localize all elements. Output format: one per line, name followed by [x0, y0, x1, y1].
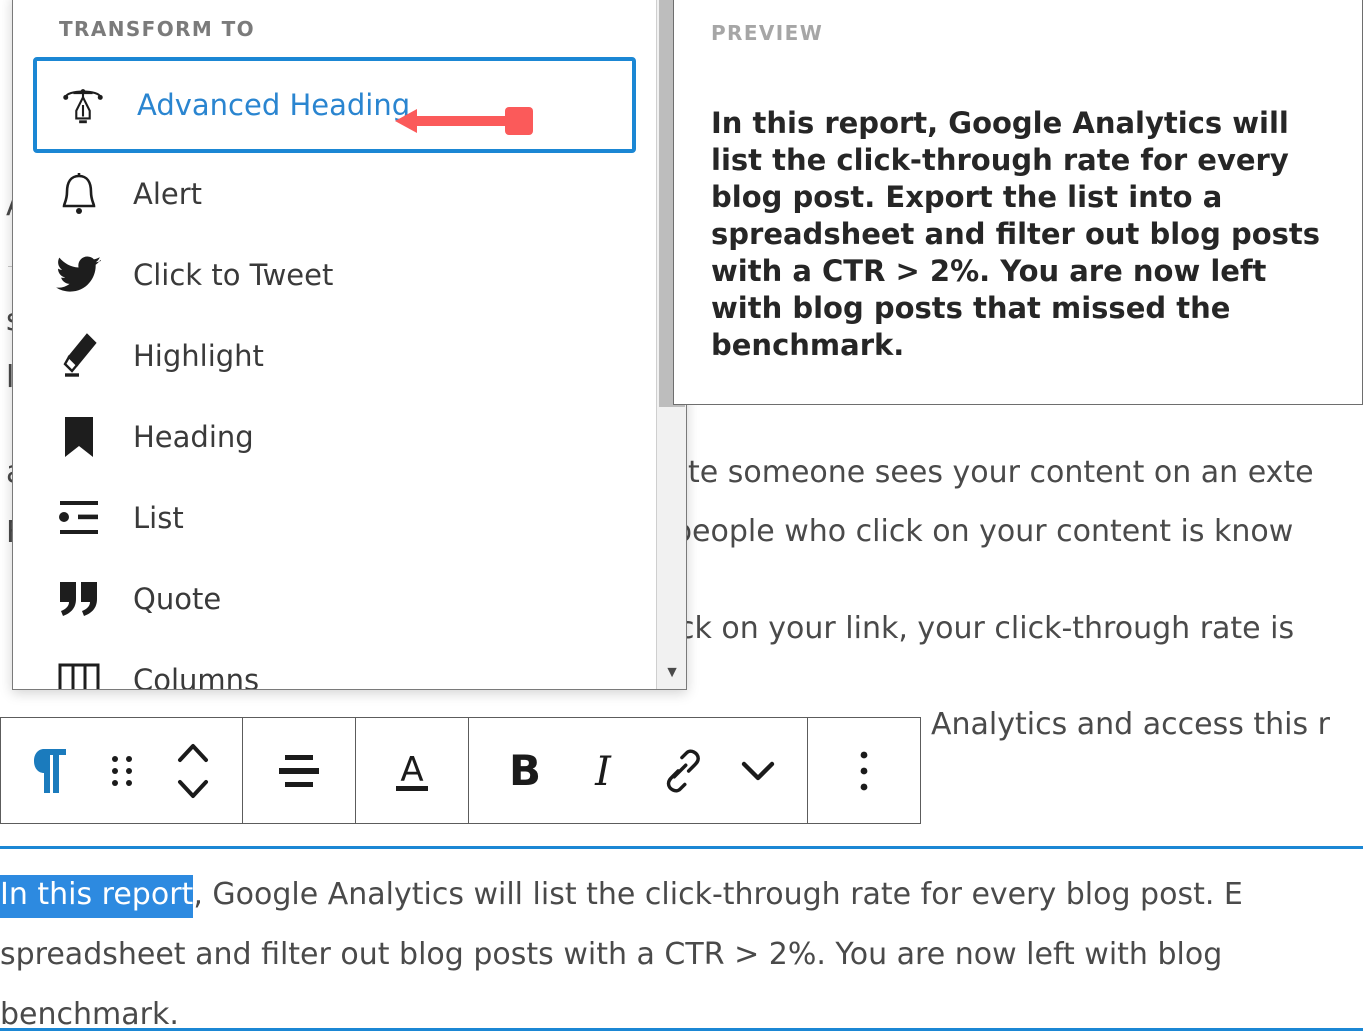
bg-text-line-1: te someone sees your content on an exte	[688, 455, 1314, 490]
chevron-down-icon[interactable]: ▼	[657, 665, 686, 681]
paragraph-line-1: In this report, Google Analytics will li…	[0, 865, 1363, 925]
bell-icon	[53, 168, 105, 220]
preview-heading: PREVIEW	[711, 21, 824, 45]
selected-paragraph-block[interactable]: In this report, Google Analytics will li…	[0, 846, 1363, 1031]
move-updown-button[interactable]	[157, 718, 228, 823]
toolbar-group-text-color: A	[356, 718, 469, 823]
transform-to-heading: TRANSFORM TO	[59, 17, 256, 41]
menu-item-quote[interactable]: Quote	[13, 558, 658, 639]
drag-handle-button[interactable]	[86, 718, 157, 823]
editor-screen: A s l a F te someone sees your content o…	[0, 0, 1363, 1031]
marker-pen-icon	[53, 330, 105, 382]
paragraph-line-3: benchmark.	[0, 997, 179, 1031]
menu-item-label: Advanced Heading	[137, 88, 411, 122]
menu-item-click-to-tweet[interactable]: Click to Tweet	[13, 234, 658, 315]
transform-to-menu-list: Advanced Heading Alert Click to Tweet Hi…	[13, 57, 658, 690]
paragraph-block-text[interactable]: In this report, Google Analytics will li…	[0, 865, 1363, 1031]
bg-text-line-4: Analytics and access this r	[931, 707, 1330, 742]
paragraph-block-type-button[interactable]	[15, 718, 86, 823]
menu-item-list[interactable]: List	[13, 477, 658, 558]
menu-item-label: Quote	[133, 581, 222, 616]
toolbar-group-align	[243, 718, 356, 823]
bg-text-line-3: ck on your link, your click-through rate…	[678, 611, 1295, 646]
menu-item-label: Click to Tweet	[133, 257, 334, 292]
twitter-bird-icon	[53, 249, 105, 301]
menu-item-columns[interactable]: Columns	[13, 639, 658, 690]
align-button[interactable]	[257, 718, 341, 823]
transform-preview-panel: PREVIEW In this report, Google Analytics…	[673, 0, 1363, 405]
toolbar-group-options	[808, 718, 920, 823]
italic-button[interactable]: I	[567, 718, 638, 823]
svg-text:A: A	[400, 750, 423, 790]
link-button[interactable]	[638, 718, 722, 823]
svg-text:I: I	[594, 749, 612, 795]
bg-text-line-2: people who click on your content is know	[673, 514, 1294, 549]
toolbar-group-block	[1, 718, 243, 823]
menu-item-highlight[interactable]: Highlight	[13, 315, 658, 396]
toolbar-group-formatting: B I	[469, 718, 808, 823]
pen-nib-icon	[57, 79, 109, 131]
menu-item-alert[interactable]: Alert	[13, 153, 658, 234]
block-options-button[interactable]	[822, 718, 906, 823]
menu-item-advanced-heading[interactable]: Advanced Heading	[33, 57, 636, 153]
svg-text:B: B	[509, 747, 541, 795]
menu-item-heading[interactable]: Heading	[13, 396, 658, 477]
paragraph-line-1-rest: , Google Analytics will list the click-t…	[193, 877, 1243, 912]
transform-to-popover: TRANSFORM TO Advanced Heading Alert Clic…	[12, 0, 687, 690]
bold-button[interactable]: B	[483, 718, 567, 823]
preview-body-text: In this report, Google Analytics will li…	[711, 106, 1321, 362]
menu-item-label: Alert	[133, 176, 203, 211]
columns-icon	[53, 654, 105, 689]
menu-item-label: Highlight	[133, 338, 264, 373]
paragraph-line-2: spreadsheet and filter out blog posts wi…	[0, 937, 1223, 972]
text-color-button[interactable]: A	[370, 718, 454, 823]
text-selection-highlight[interactable]: In this report	[0, 875, 194, 918]
more-rich-text-button[interactable]	[722, 718, 793, 823]
block-toolbar: A B I	[0, 717, 921, 824]
list-icon	[53, 492, 105, 544]
bookmark-icon	[53, 411, 105, 463]
menu-item-label: Heading	[133, 419, 254, 454]
menu-item-label: Columns	[133, 662, 260, 690]
quote-icon	[53, 573, 105, 625]
menu-item-label: List	[133, 500, 184, 535]
